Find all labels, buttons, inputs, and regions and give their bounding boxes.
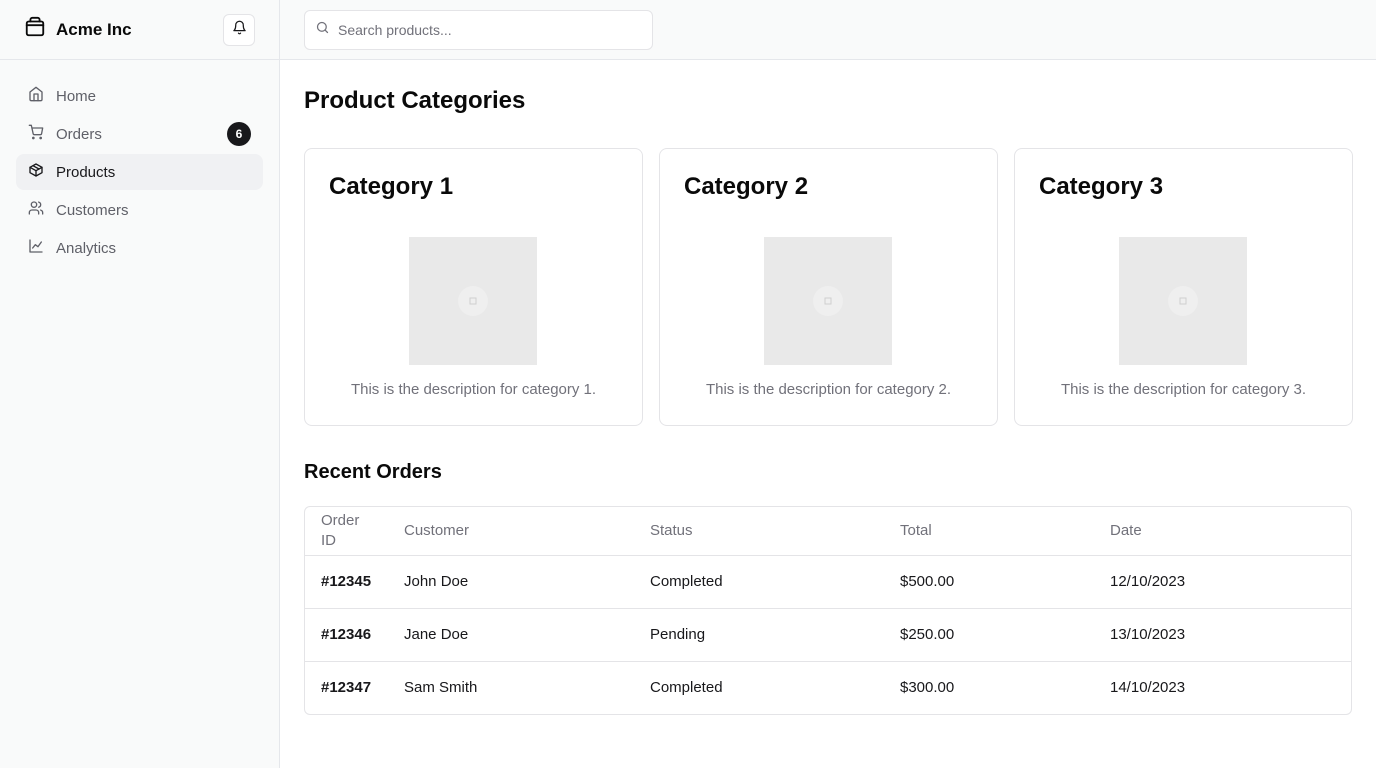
orders-count-badge: 6 <box>227 122 251 146</box>
order-id-cell: #12346 <box>305 607 388 661</box>
total-cell: $500.00 <box>884 554 1094 608</box>
order-id-cell: #12345 <box>305 554 388 608</box>
status-cell: Pending <box>634 607 884 661</box>
orders-table: Order ID Customer Status Total Date #123… <box>304 506 1352 715</box>
date-cell: 13/10/2023 <box>1094 607 1351 661</box>
sidebar-item-products[interactable]: Products <box>16 154 263 190</box>
page-title: Product Categories <box>304 87 526 114</box>
column-header-order-id: Order ID <box>321 511 360 549</box>
total-cell: $300.00 <box>884 660 1094 714</box>
table-header-row: Order ID Customer Status Total Date <box>305 507 1351 555</box>
image-placeholder-icon <box>813 286 843 316</box>
category-title: Category 2 <box>684 173 809 200</box>
status-cell: Completed <box>634 660 884 714</box>
table-row[interactable]: #12346 Jane Doe Pending $250.00 13/10/20… <box>305 607 1351 661</box>
category-title: Category 3 <box>1039 173 1164 200</box>
sidebar-item-label: Home <box>56 87 97 105</box>
category-image <box>1119 237 1247 365</box>
search-input[interactable] <box>338 22 642 38</box>
brand-bar: Acme Inc <box>0 0 279 60</box>
status-cell: Completed <box>634 554 884 608</box>
column-header-status: Status <box>650 521 693 539</box>
topbar <box>280 0 1376 60</box>
sidebar-item-home[interactable]: Home <box>16 78 263 114</box>
search-box[interactable] <box>304 10 653 50</box>
users-icon <box>28 200 44 220</box>
sidebar-item-customers[interactable]: Customers <box>16 192 263 228</box>
home-icon <box>28 86 44 106</box>
column-header-date: Date <box>1110 521 1142 539</box>
customer-cell: Jane Doe <box>388 607 634 661</box>
column-header-customer: Customer <box>404 521 470 539</box>
category-card[interactable]: Category 2 This is the description for c… <box>659 148 998 426</box>
table-row[interactable]: #12345 John Doe Completed $500.00 12/10/… <box>305 554 1351 608</box>
category-image <box>764 237 892 365</box>
chart-line-icon <box>28 238 44 258</box>
category-description: This is the description for category 3. <box>1060 381 1307 398</box>
sidebar-item-orders[interactable]: Orders 6 <box>16 116 263 152</box>
sidebar: Acme Inc Home Orders 6 Products Customer… <box>0 0 280 768</box>
table-row[interactable]: #12347 Sam Smith Completed $300.00 14/10… <box>305 660 1351 714</box>
total-cell: $250.00 <box>884 607 1094 661</box>
category-image <box>409 237 537 365</box>
category-description: This is the description for category 1. <box>350 381 597 398</box>
sidebar-item-label: Analytics <box>56 239 117 257</box>
customer-cell: John Doe <box>388 554 634 608</box>
box-icon <box>28 162 44 182</box>
date-cell: 12/10/2023 <box>1094 554 1351 608</box>
brand-name: Acme Inc <box>56 19 132 39</box>
sidebar-item-analytics[interactable]: Analytics <box>16 230 263 266</box>
sidebar-item-label: Orders <box>56 125 102 143</box>
search-icon <box>315 20 330 40</box>
recent-orders-title: Recent Orders <box>304 461 442 483</box>
column-header-total: Total <box>900 521 932 539</box>
app: Acme Inc Home Orders 6 Products Customer… <box>0 0 1376 768</box>
sidebar-nav: Home Orders 6 Products Customers Analyti… <box>0 60 279 284</box>
sidebar-item-label: Customers <box>56 201 129 219</box>
bell-icon <box>232 20 247 40</box>
category-cards: Category 1 This is the description for c… <box>304 148 1353 426</box>
notifications-button[interactable] <box>223 14 255 46</box>
order-id-cell: #12347 <box>305 660 388 714</box>
category-card[interactable]: Category 3 This is the description for c… <box>1014 148 1353 426</box>
content: Product Categories Category 1 This is th… <box>280 60 1376 715</box>
category-title: Category 1 <box>329 173 454 200</box>
category-description: This is the description for category 2. <box>705 381 952 398</box>
image-placeholder-icon <box>458 286 488 316</box>
customer-cell: Sam Smith <box>388 660 634 714</box>
brand-link[interactable]: Acme Inc <box>24 16 132 43</box>
date-cell: 14/10/2023 <box>1094 660 1351 714</box>
sidebar-item-label: Products <box>56 163 116 181</box>
package-icon <box>24 16 46 43</box>
image-placeholder-icon <box>1168 286 1198 316</box>
main: Product Categories Category 1 This is th… <box>280 0 1376 768</box>
category-card[interactable]: Category 1 This is the description for c… <box>304 148 643 426</box>
cart-icon <box>28 124 44 144</box>
